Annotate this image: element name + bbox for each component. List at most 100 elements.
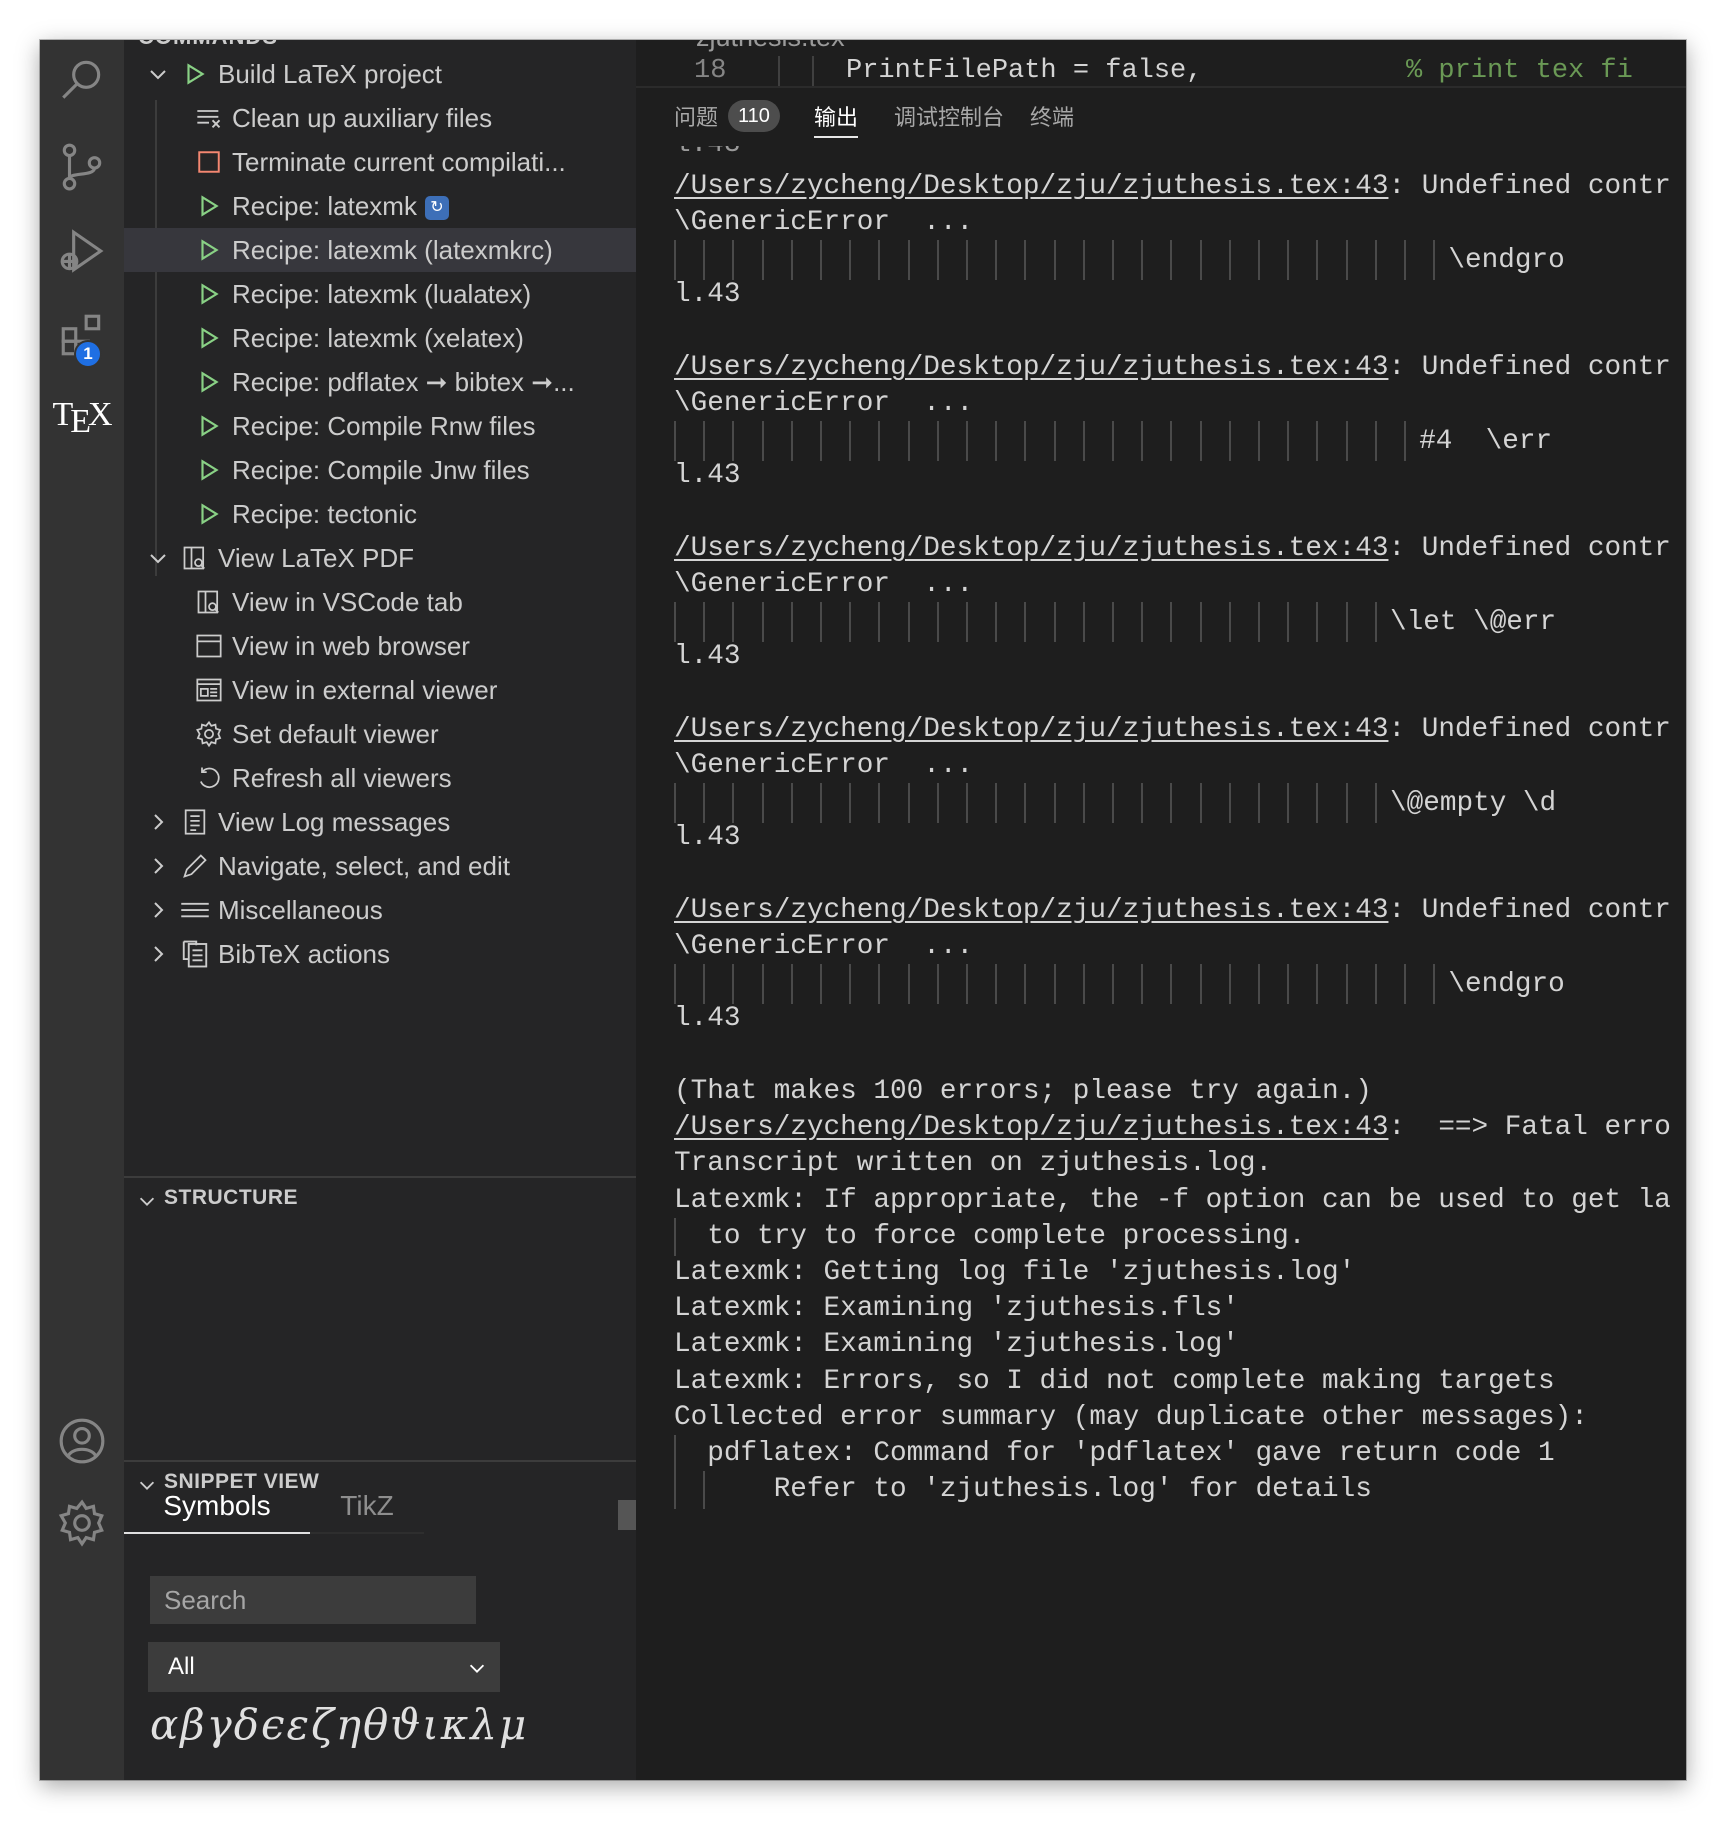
play-icon [194, 455, 224, 485]
tree-item[interactable]: View Log messages [124, 800, 636, 844]
indent-bar [1374, 602, 1377, 642]
indent-bar [966, 783, 968, 823]
output-text: : Undefined contr [1388, 714, 1671, 745]
tree-item-label: Recipe: Compile Jnw files [232, 455, 530, 485]
code-editor-strip[interactable]: zjuthesis.tex 18 PrintFilePath = false, … [636, 40, 1686, 88]
file-link[interactable]: /Users/zycheng/Desktop/zju/zjuthesis.tex… [674, 1112, 1388, 1143]
play-icon [194, 367, 224, 397]
output-text: Transcript written on zjuthesis.log. [674, 1148, 1273, 1180]
tree-item[interactable]: BibTeX actions [124, 932, 636, 976]
tree-item[interactable]: Recipe: latexmk (latexmkrc) [124, 228, 636, 272]
output-text: Latexmk: Examining 'zjuthesis.fls' [674, 1293, 1239, 1325]
extensions-icon[interactable]: 1 [40, 290, 124, 380]
indent-bar [1287, 783, 1290, 823]
tab-debug-console[interactable]: 调试控制台 [894, 100, 1004, 140]
tree-item[interactable]: Recipe: Compile Jnw files [124, 448, 636, 492]
tab-tikz[interactable]: TikZ [310, 1490, 424, 1534]
file-link[interactable]: /Users/zycheng/Desktop/zju/zjuthesis.tex… [674, 533, 1388, 564]
settings-gear-icon[interactable] [40, 1478, 124, 1568]
file-link[interactable]: /Users/zycheng/Desktop/zju/zjuthesis.tex… [674, 714, 1388, 745]
symbol-list[interactable]: αβγδϵεζηθϑικλμ [150, 1700, 528, 1749]
indent-bar [1024, 421, 1027, 461]
account-icon[interactable] [40, 1396, 124, 1486]
tree-item[interactable]: Recipe: pdflatex ➞ bibtex ➞... [124, 360, 636, 404]
line-number-ref: l.43 [674, 817, 740, 859]
indent-bar [1374, 421, 1377, 461]
line-number-ref: l.43 [674, 274, 740, 316]
scrollbar-thumb[interactable] [618, 1500, 636, 1530]
output-text: l.43 [674, 641, 741, 672]
tree-item[interactable]: Refresh all viewers [124, 756, 636, 800]
traceback-bars: \@empty \d [674, 783, 1686, 823]
indent-guide [674, 1435, 676, 1473]
generic-error-line: \GenericError ... [674, 202, 973, 244]
indent-bar [1170, 964, 1173, 1004]
indent-bar [878, 240, 881, 280]
traceback-bars: \let \@err [674, 602, 1686, 642]
tree-item[interactable]: View in VSCode tab [124, 580, 636, 624]
commands-section-header[interactable]: COMMANDS [138, 40, 278, 50]
output-text: pdflatex: Command for 'pdflatex' gave re… [674, 1438, 1555, 1469]
tree-item[interactable]: Recipe: tectonic [124, 492, 636, 536]
output-text: \GenericError ... [674, 750, 974, 781]
play-icon [194, 323, 224, 353]
tree-item[interactable]: Recipe: latexmk (xelatex) [124, 316, 636, 360]
indent-bar [907, 964, 910, 1004]
traceback-bars: #4 \err [674, 421, 1686, 461]
line-number-ref: l.43 [674, 998, 740, 1040]
output-text: : Undefined contr [1388, 533, 1671, 564]
indent-bar [1082, 783, 1085, 823]
indent-bar [1053, 602, 1056, 642]
generic-error-line: \GenericError ... [674, 926, 973, 968]
symbol-search-input[interactable] [150, 1576, 476, 1624]
tree-item[interactable]: Clean up auxiliary files [124, 96, 636, 140]
generic-error-line: \GenericError ... [674, 745, 973, 787]
output-text: Refer to 'zjuthesis.log' for details [674, 1474, 1372, 1506]
indent-bar [1170, 421, 1173, 461]
source-control-icon[interactable] [40, 122, 124, 212]
output-text: Latexmk: Examining 'zjuthesis.log' [674, 1329, 1239, 1361]
tree-item-label: Recipe: latexmk (xelatex) [232, 323, 524, 353]
tree-item-label: Miscellaneous [218, 895, 383, 925]
indent-bar [790, 602, 793, 642]
file-tab[interactable]: zjuthesis.tex [696, 40, 845, 53]
tree-item[interactable]: Terminate current compilati... [124, 140, 636, 184]
tab-symbols[interactable]: Symbols [124, 1490, 310, 1534]
tree-item[interactable]: View in external viewer [124, 668, 636, 712]
chevron-right-icon[interactable] [146, 854, 170, 878]
output-log[interactable]: l.43 /Users/zycheng/Desktop/zju/zjuthesi… [674, 146, 1686, 1780]
tree-item[interactable]: Build LaTeX project [124, 52, 636, 96]
chevron-right-icon[interactable] [146, 942, 170, 966]
file-link[interactable]: /Users/zycheng/Desktop/zju/zjuthesis.tex… [674, 352, 1388, 383]
tree-item[interactable]: Navigate, select, and edit [124, 844, 636, 888]
tree-item[interactable]: View LaTeX PDF [124, 536, 636, 580]
chevron-down-icon[interactable] [146, 62, 170, 86]
search-icon[interactable] [40, 40, 124, 126]
structure-section-header[interactable]: STRUCTURE [124, 1176, 636, 1216]
tab-output[interactable]: 输出 [814, 100, 859, 138]
gear-icon [194, 719, 224, 749]
output-text: Latexmk: Getting log file 'zjuthesis.log… [674, 1257, 1356, 1288]
editor-area: zjuthesis.tex 18 PrintFilePath = false, … [636, 40, 1686, 1780]
chevron-down-icon[interactable] [146, 546, 170, 570]
extensions-badge: 1 [74, 340, 102, 368]
tree-item[interactable]: Recipe: latexmk ↻ [124, 184, 636, 228]
run-debug-icon[interactable] [40, 206, 124, 296]
summary-line: Refer to 'zjuthesis.log' for details [674, 1469, 1372, 1511]
tree-item[interactable]: Set default viewer [124, 712, 636, 756]
tab-terminal[interactable]: 终端 [1030, 100, 1074, 140]
indent-bar [1287, 964, 1290, 1004]
tree-item[interactable]: Recipe: Compile Rnw files [124, 404, 636, 448]
indent-bar [1199, 602, 1202, 642]
tree-item[interactable]: View in web browser [124, 624, 636, 668]
symbol-category-select[interactable]: All [148, 1642, 500, 1692]
file-link[interactable]: /Users/zycheng/Desktop/zju/zjuthesis.tex… [674, 171, 1388, 202]
tex-icon[interactable]: TEX [40, 370, 124, 460]
file-link[interactable]: /Users/zycheng/Desktop/zju/zjuthesis.tex… [674, 895, 1388, 926]
chevron-right-icon[interactable] [146, 898, 170, 922]
tree-item[interactable]: Miscellaneous [124, 888, 636, 932]
tab-problems[interactable]: 问题 110 [674, 100, 780, 140]
tree-item[interactable]: Recipe: latexmk (lualatex) [124, 272, 636, 316]
tree-item-label: View in web browser [232, 631, 470, 661]
chevron-right-icon[interactable] [146, 810, 170, 834]
